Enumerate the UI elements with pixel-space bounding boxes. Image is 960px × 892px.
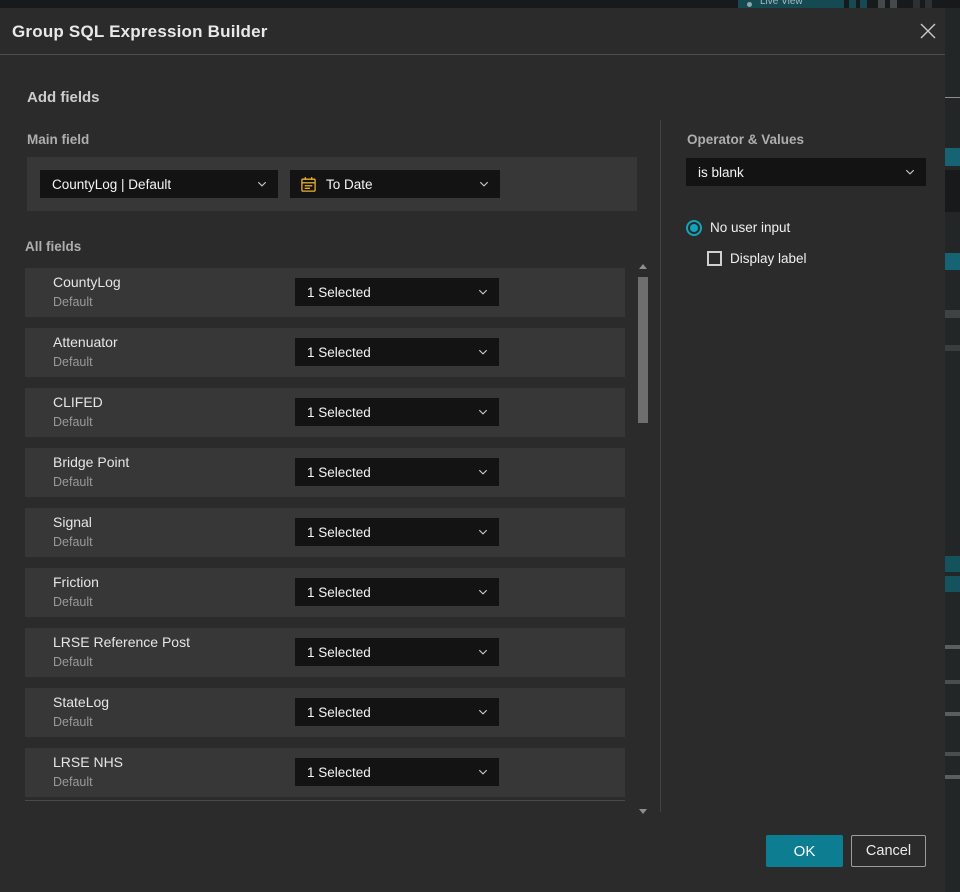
field-row: Attenuator Default 1 Selected [25,328,625,377]
date-field-select-value: To Date [326,176,373,192]
field-row: CLIFED Default 1 Selected [25,388,625,437]
chevron-down-icon [477,286,489,298]
background-app-right-edge [945,8,960,892]
operator-select-value: is blank [698,164,744,180]
group-sql-expression-builder-dialog: Group SQL Expression Builder Add fields … [0,8,945,892]
topbar-fragment [890,0,897,8]
checkbox-unchecked-icon[interactable] [707,251,722,266]
display-label-label: Display label [730,251,807,266]
scrollbar-thumb[interactable] [638,277,648,423]
field-type: Default [53,355,93,369]
close-button[interactable] [914,18,942,46]
field-name: Attenuator [53,334,118,350]
field-row: Signal Default 1 Selected [25,508,625,557]
field-selection-select[interactable]: 1 Selected [295,458,499,486]
live-view-button[interactable]: Live View [738,0,844,8]
operator-values-label: Operator & Values [687,132,805,147]
field-selection-select[interactable]: 1 Selected [295,518,499,546]
field-type: Default [53,715,93,729]
operator-select[interactable]: is blank [686,158,926,186]
chevron-down-icon [477,406,489,418]
field-selection-value: 1 Selected [307,764,371,780]
main-field-label: Main field [27,132,90,147]
list-divider [25,800,625,801]
topbar-fragment [860,0,867,8]
field-name: CountyLog [53,274,121,290]
chevron-down-icon [477,526,489,538]
main-field-select-value: CountyLog | Default [52,176,172,192]
field-type: Default [53,475,93,489]
field-row: Friction Default 1 Selected [25,568,625,617]
all-fields-label: All fields [25,239,82,254]
field-name: Bridge Point [53,454,130,470]
chevron-down-icon [477,646,489,658]
topbar-fragment [878,0,885,8]
live-view-label: Live View [760,0,803,7]
field-selection-select[interactable]: 1 Selected [295,338,499,366]
close-icon [919,23,937,43]
add-fields-heading: Add fields [27,89,100,106]
chevron-down-icon [477,346,489,358]
topbar-fragment [849,0,856,8]
cancel-button[interactable]: Cancel [851,835,926,867]
chevron-down-icon [477,706,489,718]
field-selection-value: 1 Selected [307,284,371,300]
field-row: LRSE Reference Post Default 1 Selected [25,628,625,677]
field-row: LRSE NHS Default 1 Selected [25,748,625,797]
chevron-down-icon [477,466,489,478]
all-fields-scrollbar[interactable] [636,264,650,814]
field-selection-value: 1 Selected [307,584,371,600]
field-type: Default [53,415,93,429]
field-selection-select[interactable]: 1 Selected [295,698,499,726]
field-selection-select[interactable]: 1 Selected [295,278,499,306]
field-name: LRSE NHS [53,754,124,770]
topbar-fragment [913,0,920,8]
scrollbar-track[interactable] [638,273,648,805]
field-selection-value: 1 Selected [307,524,371,540]
chevron-down-icon [477,766,489,778]
field-name: Signal [53,514,92,530]
chevron-down-icon [904,166,916,178]
field-selection-value: 1 Selected [307,704,371,720]
background-app-topbar: Live View [0,0,960,8]
scroll-down-icon[interactable] [639,809,647,814]
field-type: Default [53,535,93,549]
field-name: LRSE Reference Post [53,634,190,650]
field-selection-select[interactable]: 1 Selected [295,638,499,666]
field-selection-value: 1 Selected [307,464,371,480]
field-type: Default [53,295,93,309]
dialog-title: Group SQL Expression Builder [12,22,268,41]
field-selection-select[interactable]: 1 Selected [295,398,499,426]
field-type: Default [53,595,93,609]
dialog-titlebar: Group SQL Expression Builder [0,8,945,55]
field-selection-value: 1 Selected [307,644,371,660]
no-user-input-label: No user input [710,220,791,235]
chevron-down-icon [478,178,490,190]
field-row: StateLog Default 1 Selected [25,688,625,737]
field-type: Default [53,775,93,789]
field-selection-value: 1 Selected [307,404,371,420]
field-row: CountyLog Default 1 Selected [25,268,625,317]
field-row: Bridge Point Default 1 Selected [25,448,625,497]
ok-button[interactable]: OK [766,835,843,867]
date-field-select[interactable]: To Date [290,170,500,198]
scroll-up-icon[interactable] [639,264,647,269]
field-selection-select[interactable]: 1 Selected [295,578,499,606]
main-field-select[interactable]: CountyLog | Default [40,170,278,198]
field-type: Default [53,655,93,669]
chevron-down-icon [256,178,268,190]
field-selection-value: 1 Selected [307,344,371,360]
live-dot-icon [747,2,752,7]
calendar-icon [300,176,317,193]
field-name: CLIFED [53,394,103,410]
field-selection-select[interactable]: 1 Selected [295,758,499,786]
all-fields-list: CountyLog Default 1 Selected Attenuator … [25,268,625,808]
main-field-panel: CountyLog | Default To Date [27,157,637,211]
radio-selected-icon[interactable] [686,220,702,236]
field-name: Friction [53,574,99,590]
topbar-fragment [925,0,932,8]
field-name: StateLog [53,694,110,710]
chevron-down-icon [477,586,489,598]
panel-divider [660,120,661,812]
